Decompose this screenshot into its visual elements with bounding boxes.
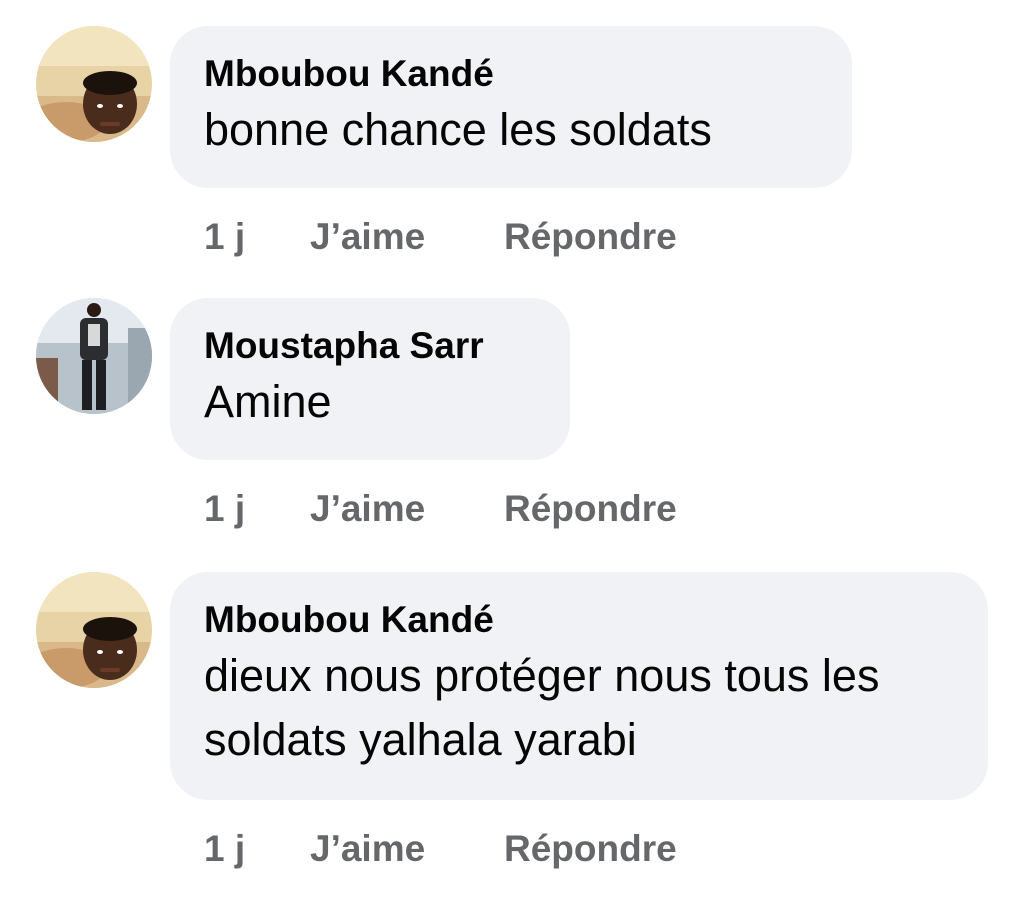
comment-actions: 1 j J’aime Répondre bbox=[204, 212, 677, 262]
avatar[interactable] bbox=[36, 298, 152, 414]
comment-timestamp[interactable]: 1 j bbox=[204, 824, 310, 874]
comment-author[interactable]: Mboubou Kandé bbox=[204, 598, 954, 642]
avatar[interactable] bbox=[36, 26, 152, 142]
comment-text: bonne chance les soldats bbox=[204, 104, 712, 155]
comment-actions: 1 j J’aime Répondre bbox=[204, 484, 677, 534]
reply-button[interactable]: Répondre bbox=[504, 484, 677, 534]
comment-text: Amine bbox=[204, 376, 332, 427]
comment-bubble: Moustapha Sarr Amine bbox=[170, 298, 570, 460]
like-button[interactable]: J’aime bbox=[310, 824, 504, 874]
avatar-image bbox=[36, 26, 152, 142]
like-button[interactable]: J’aime bbox=[310, 484, 504, 534]
comment-timestamp[interactable]: 1 j bbox=[204, 212, 310, 262]
like-button[interactable]: J’aime bbox=[310, 212, 504, 262]
reply-button[interactable]: Répondre bbox=[504, 824, 677, 874]
reply-button[interactable]: Répondre bbox=[504, 212, 677, 262]
comment-timestamp[interactable]: 1 j bbox=[204, 484, 310, 534]
comment-author[interactable]: Moustapha Sarr bbox=[204, 324, 536, 368]
comment-text: dieux nous protéger nous tous les soldat… bbox=[204, 650, 880, 765]
comment-author[interactable]: Mboubou Kandé bbox=[204, 52, 818, 96]
avatar-image bbox=[36, 298, 152, 414]
comment-actions: 1 j J’aime Répondre bbox=[204, 824, 677, 874]
comment-bubble: Mboubou Kandé bonne chance les soldats bbox=[170, 26, 852, 188]
avatar-image bbox=[36, 572, 152, 688]
avatar[interactable] bbox=[36, 572, 152, 688]
comment-bubble: Mboubou Kandé dieux nous protéger nous t… bbox=[170, 572, 988, 800]
